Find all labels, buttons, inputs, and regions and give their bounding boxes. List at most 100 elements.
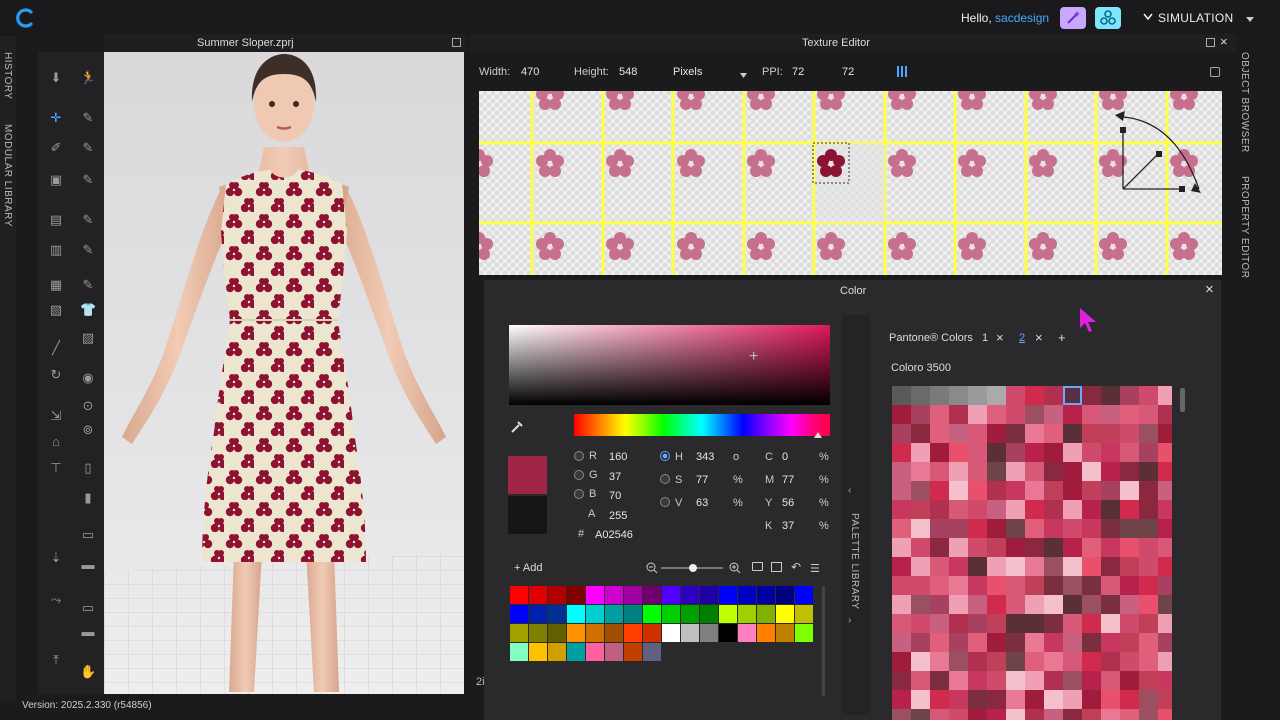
b-radio[interactable] [574,489,584,499]
undo-icon[interactable]: ↶ [791,560,801,574]
pantone-swatch[interactable] [968,576,987,595]
pantone-swatch[interactable] [987,443,1006,462]
pantone-swatch[interactable] [1025,595,1044,614]
pantone-swatch[interactable] [1101,500,1120,519]
layer-tool-icon[interactable]: ▬ [80,624,96,640]
tab-object-browser[interactable]: OBJECT BROWSER [1239,52,1250,153]
align-tool-icon[interactable]: ⇣ [48,550,64,566]
palette-swatch[interactable] [529,586,547,604]
r-radio[interactable] [574,451,584,461]
pantone-swatch[interactable] [930,671,949,690]
pantone-swatch[interactable] [949,633,968,652]
pantone-swatch[interactable] [1158,481,1172,500]
palette-swatch[interactable] [776,586,794,604]
pantone-swatch[interactable] [1120,481,1139,500]
pantone-swatch[interactable] [1044,386,1063,405]
pantone-swatch[interactable] [968,424,987,443]
palette-swatch[interactable] [529,624,547,642]
pantone-swatch[interactable] [1139,633,1158,652]
select-move-tool-icon[interactable]: ✛ [48,110,64,126]
pantone-swatch[interactable] [1025,424,1044,443]
pantone-swatch[interactable] [930,405,949,424]
measure-tool-icon[interactable]: ▦ [48,277,64,293]
hue-slider-handle[interactable] [814,432,822,438]
pantone-swatch[interactable] [1101,595,1120,614]
curve-tool-icon[interactable]: ⤳ [48,592,64,608]
pantone-swatch[interactable] [1120,557,1139,576]
pantone-swatch[interactable] [1044,595,1063,614]
transform-tool-icon[interactable]: ✎ [80,110,96,126]
pantone-swatch[interactable] [1006,538,1025,557]
palette-swatch[interactable] [681,586,699,604]
pantone-swatch[interactable] [1025,690,1044,709]
pantone-swatch[interactable] [1063,500,1082,519]
pantone-swatch[interactable] [949,557,968,576]
pantone-swatch[interactable] [892,519,911,538]
hanger-tool-icon[interactable]: ⌂ [48,434,64,450]
pantone-swatch[interactable] [1101,690,1120,709]
pantone-swatch[interactable] [1120,519,1139,538]
palette-swatch[interactable] [738,624,756,642]
pantone-swatch[interactable] [1139,538,1158,557]
c-input[interactable]: 0 [782,451,788,463]
3d-viewport[interactable] [104,52,464,694]
pantone-swatch[interactable] [1063,595,1082,614]
palette-swatch[interactable] [643,643,661,661]
pantone-swatch[interactable] [1139,576,1158,595]
pantone-swatch[interactable] [1120,386,1139,405]
bottle-tool-icon[interactable]: ▯ [80,460,96,476]
pantone-swatch[interactable] [892,595,911,614]
pantone-swatch[interactable] [968,500,987,519]
pantone-swatch[interactable] [930,652,949,671]
pantone-swatch[interactable] [911,671,930,690]
pantone-swatch[interactable] [1139,500,1158,519]
pantone-swatch[interactable] [1006,576,1025,595]
pantone-swatch[interactable] [1044,633,1063,652]
pantone-swatch[interactable] [892,671,911,690]
pantone-swatch[interactable] [892,633,911,652]
pantone-swatch[interactable] [1063,443,1082,462]
pantone-swatch[interactable] [911,614,930,633]
palette-swatch[interactable] [662,605,680,623]
pantone-swatch[interactable] [949,576,968,595]
pantone-swatch[interactable] [930,462,949,481]
pantone-swatch[interactable] [1101,614,1120,633]
pantone-swatch[interactable] [1063,462,1082,481]
palette-swatch[interactable] [510,624,528,642]
pantone-swatch[interactable] [911,690,930,709]
pantone-swatch[interactable] [930,690,949,709]
pantone-swatch[interactable] [1120,405,1139,424]
palette-swatch[interactable] [529,605,547,623]
pantone-swatch[interactable] [1082,538,1101,557]
palette-swatch[interactable] [586,624,604,642]
pantone-swatch[interactable] [1006,595,1025,614]
b-input[interactable]: 70 [609,490,621,502]
pantone-swatch[interactable] [1025,500,1044,519]
pantone-swatch[interactable] [1063,481,1082,500]
pantone-swatch[interactable] [1063,709,1082,720]
g-input[interactable]: 37 [609,471,621,483]
pantone-swatch[interactable] [1082,405,1101,424]
pantone-swatch[interactable] [1158,519,1172,538]
pantone-swatch[interactable] [1101,576,1120,595]
pantone-swatch[interactable] [1158,614,1172,633]
pantone-swatch[interactable] [968,557,987,576]
pantone-swatch[interactable] [987,386,1006,405]
pattern-tool-icon[interactable]: ▨ [80,330,96,346]
pantone-swatch[interactable] [1044,690,1063,709]
top-garment-tool-icon[interactable]: ⊤ [48,460,64,476]
pantone-swatch[interactable] [1101,671,1120,690]
palette-swatch[interactable] [605,643,623,661]
pantone-swatch[interactable] [1006,690,1025,709]
tab-property-editor[interactable]: PROPERTY EDITOR [1239,176,1250,279]
pantone-swatch[interactable] [892,690,911,709]
pantone-swatch[interactable] [987,519,1006,538]
pantone-swatch[interactable] [1139,709,1158,720]
pantone-swatch[interactable] [949,652,968,671]
pantone-swatch[interactable] [1025,557,1044,576]
pantone-swatch[interactable] [1082,519,1101,538]
pantone-swatch[interactable] [1082,386,1101,405]
pantone-swatch[interactable] [1025,633,1044,652]
tape-tool-icon[interactable]: ✎ [80,277,96,293]
pantone-swatch[interactable] [1158,709,1172,720]
